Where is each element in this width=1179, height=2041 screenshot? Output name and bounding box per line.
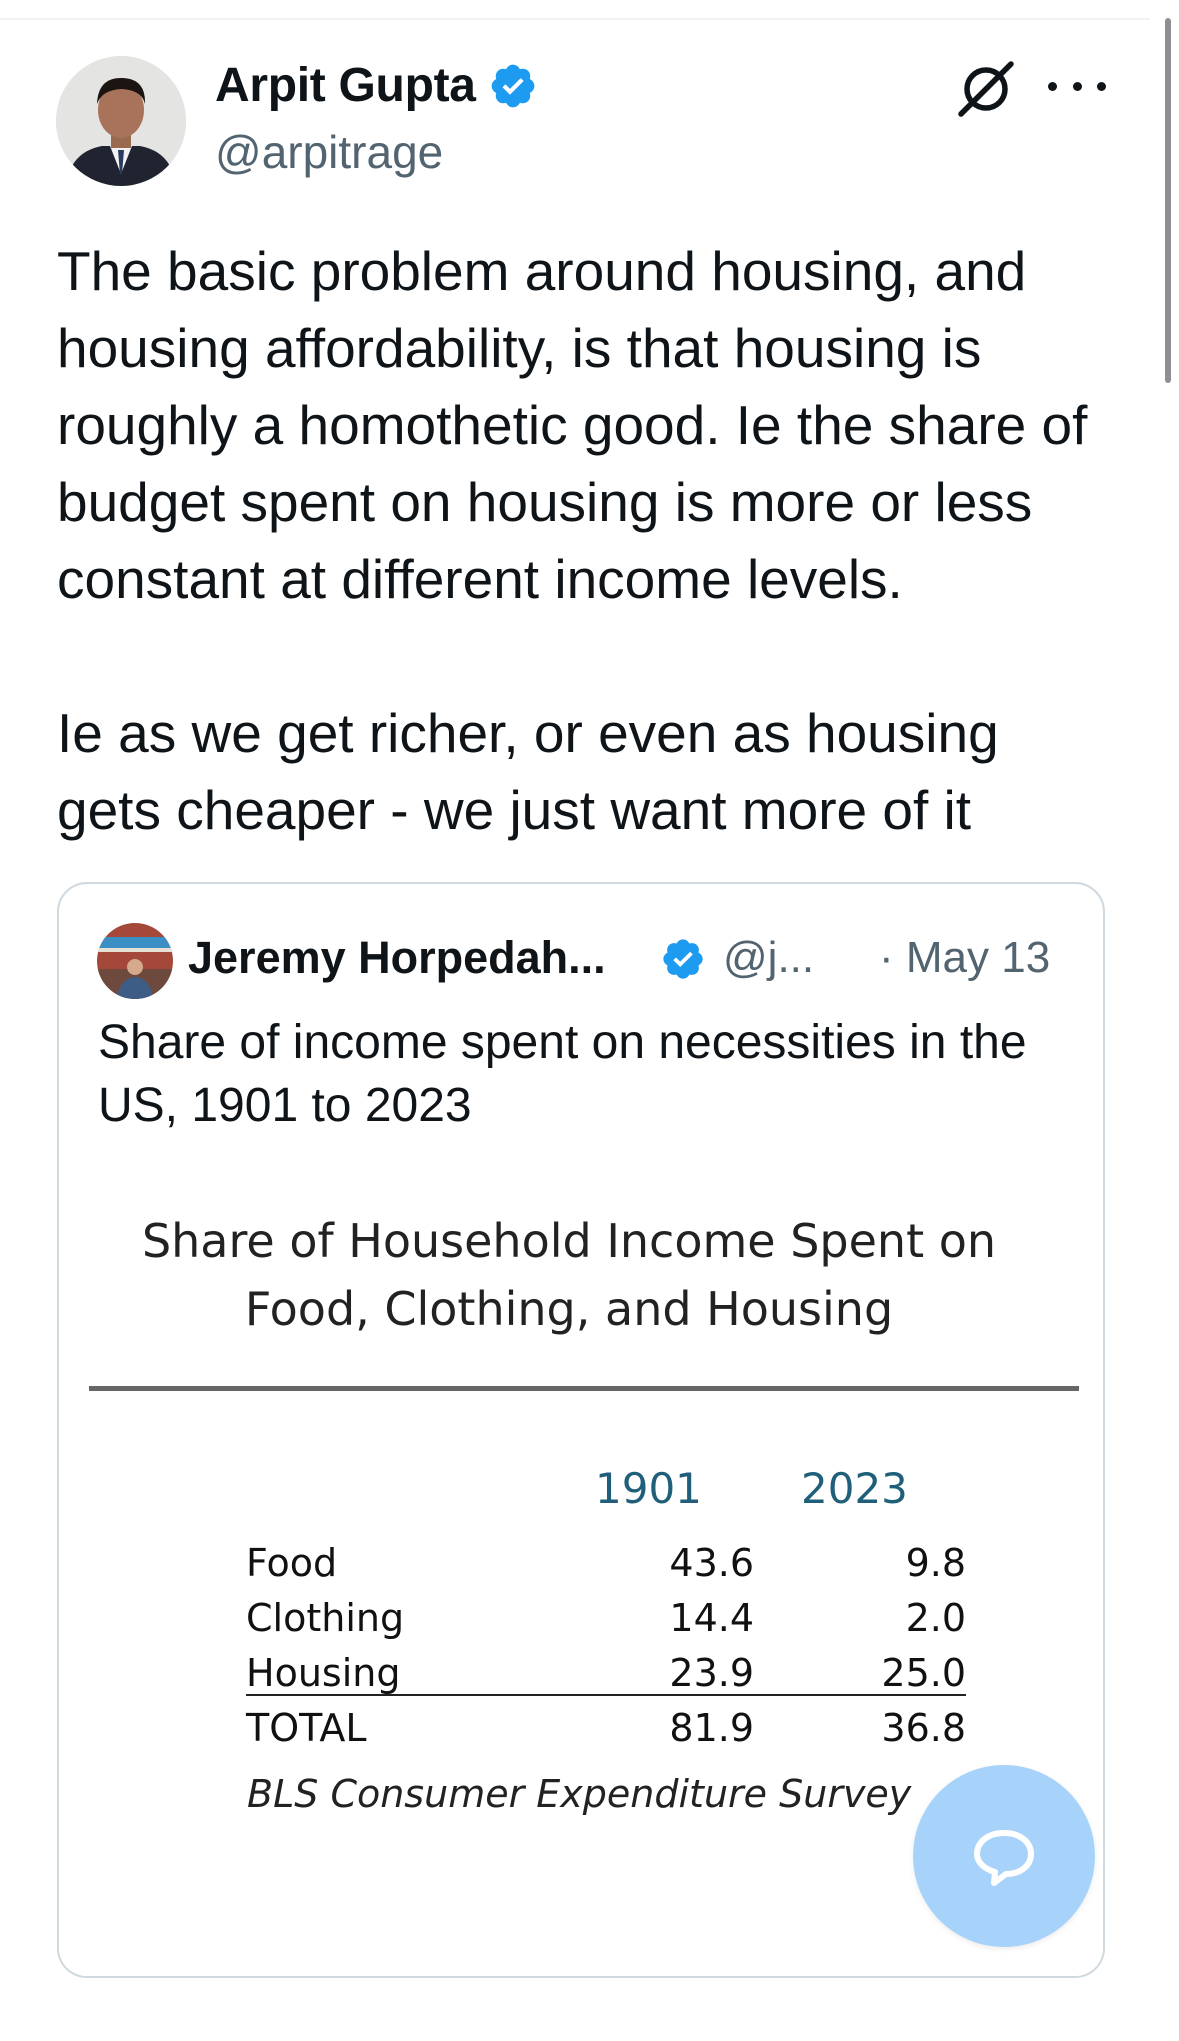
top-divider bbox=[0, 18, 1150, 20]
verified-badge-icon bbox=[491, 64, 535, 107]
table-row-label: Clothing bbox=[246, 1596, 405, 1640]
author-name-row[interactable]: Arpit Gupta bbox=[215, 58, 538, 113]
table-title: Share of Household Income Spent on bbox=[141, 1214, 997, 1268]
table-row-label: Food bbox=[246, 1541, 338, 1585]
chat-bubble-icon bbox=[974, 1830, 1034, 1886]
verified-badge-icon bbox=[663, 939, 703, 979]
table-source: BLS Consumer Expenditure Survey bbox=[247, 1772, 912, 1816]
author-handle[interactable]: @arpitrage bbox=[215, 125, 443, 179]
table-row-label: TOTAL bbox=[246, 1706, 367, 1750]
table-cell: 14.4 bbox=[669, 1596, 754, 1640]
table-column-header: 1901 bbox=[595, 1464, 702, 1513]
compose-button[interactable] bbox=[913, 1765, 1095, 1947]
table-row: Housing 23.9 25.0 bbox=[246, 1651, 966, 1706]
table-sum-rule bbox=[246, 1694, 966, 1696]
table-column-header: 2023 bbox=[801, 1464, 908, 1513]
table-cell: 43.6 bbox=[669, 1541, 754, 1585]
table-row: Food 43.6 9.8 bbox=[246, 1541, 966, 1596]
quote-author-handle[interactable]: @j... bbox=[723, 933, 814, 983]
author-avatar[interactable] bbox=[56, 56, 186, 186]
quote-date[interactable]: · May 13 bbox=[879, 933, 1050, 983]
table-row-total: TOTAL 81.9 36.8 bbox=[246, 1706, 966, 1761]
table-title: Food, Clothing, and Housing bbox=[244, 1282, 894, 1336]
table-cell: 2.0 bbox=[905, 1596, 966, 1640]
scrollbar-thumb[interactable] bbox=[1165, 18, 1171, 383]
table-cell: 81.9 bbox=[669, 1706, 754, 1750]
quote-text: Share of income spent on necessities in … bbox=[98, 1016, 1027, 1132]
author-name[interactable]: Arpit Gupta bbox=[215, 58, 476, 113]
table-row: Clothing 14.4 2.0 bbox=[246, 1596, 966, 1651]
table-cell: 36.8 bbox=[881, 1706, 966, 1750]
quote-author-name[interactable]: Jeremy Horpedah... bbox=[188, 932, 606, 984]
scrollbar[interactable] bbox=[1157, 0, 1179, 2041]
tweet-paragraph: Ie as we get richer, or even as housing … bbox=[57, 702, 999, 841]
quote-author-avatar[interactable] bbox=[97, 923, 173, 999]
grok-icon[interactable] bbox=[955, 58, 1017, 120]
more-horizontal-icon[interactable] bbox=[1048, 66, 1106, 106]
table-cell: 9.8 bbox=[905, 1541, 966, 1585]
table-cell: 25.0 bbox=[881, 1651, 966, 1695]
tweet-text: The basic problem around housing, and ho… bbox=[57, 233, 1117, 849]
table-row-label: Housing bbox=[246, 1651, 401, 1695]
tweet-paragraph: The basic problem around housing, and ho… bbox=[57, 240, 1088, 610]
table-cell: 23.9 bbox=[669, 1651, 754, 1695]
table-title-rule bbox=[89, 1386, 1079, 1391]
